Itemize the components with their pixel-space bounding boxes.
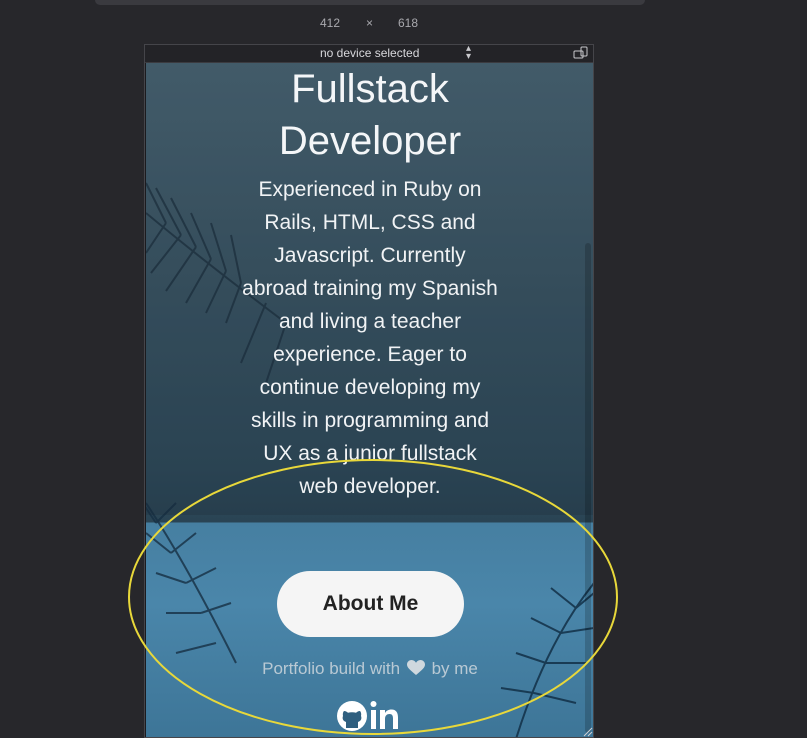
resize-handle-icon[interactable] bbox=[581, 725, 593, 737]
viewport-width-value[interactable]: 412 bbox=[320, 16, 340, 30]
hero-title-line1: Fullstack bbox=[291, 67, 449, 111]
select-arrows-icon[interactable]: ▴ ▾ bbox=[466, 45, 471, 62]
viewport-dimensions: 412 × 618 bbox=[0, 16, 807, 34]
hero-title-line2: Developer bbox=[278, 119, 462, 163]
footer-text-after: by me bbox=[431, 659, 478, 678]
device-select-dropdown[interactable]: no device selected bbox=[320, 46, 419, 60]
dimension-separator: × bbox=[366, 16, 374, 30]
footer-text-before: Portfolio build with bbox=[262, 659, 401, 678]
page-viewport: Fullstack Developer Experienced in Ruby … bbox=[146, 63, 593, 737]
responsive-device-frame: no device selected ▴ ▾ Fullstack Develop… bbox=[144, 44, 594, 738]
devtools-top-strip bbox=[95, 0, 645, 5]
viewport-scrollbar[interactable] bbox=[585, 243, 591, 733]
hero-title: Fullstack Developer bbox=[146, 63, 593, 167]
viewport-height-value[interactable]: 618 bbox=[398, 16, 418, 30]
linkedin-icon[interactable] bbox=[370, 701, 399, 729]
device-toolbar: no device selected ▴ ▾ bbox=[145, 45, 593, 63]
hero-description: Experienced in Ruby on Rails, HTML, CSS … bbox=[242, 178, 498, 498]
github-icon[interactable] bbox=[337, 701, 367, 731]
footer-credit: Portfolio build with by me bbox=[146, 659, 593, 679]
rotate-device-icon[interactable] bbox=[573, 46, 589, 60]
about-me-button[interactable]: About Me bbox=[277, 571, 464, 637]
social-links bbox=[337, 701, 399, 731]
heart-icon bbox=[406, 660, 425, 675]
